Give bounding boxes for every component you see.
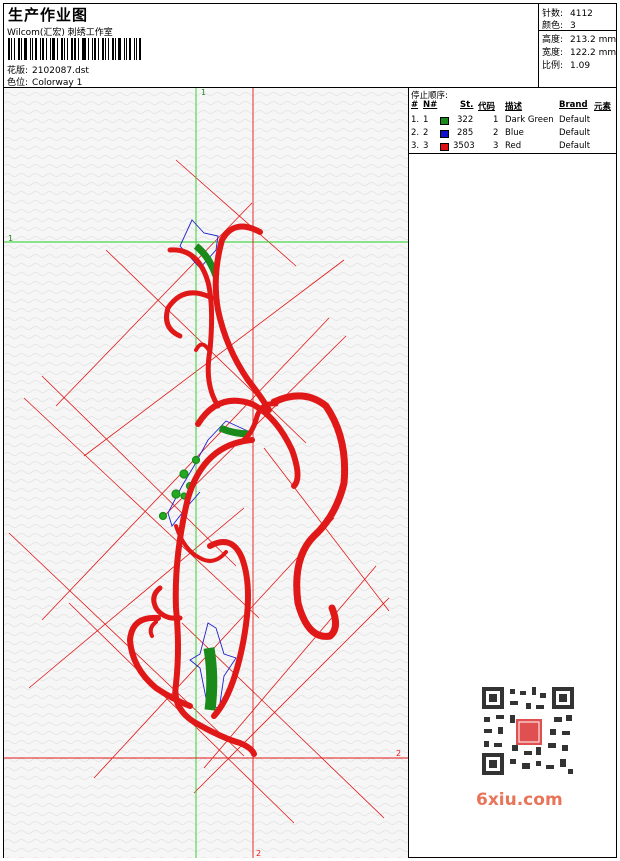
green-v-label: 1 (201, 88, 206, 97)
color-swatch-icon (440, 143, 449, 151)
watermark-text: 6xiu.com (476, 790, 563, 810)
page-title: 生产作业图 (8, 6, 89, 24)
fabric-background (4, 88, 408, 858)
col-needle: N# (423, 100, 438, 110)
colorway-line: 色位: Colorway 1 (7, 75, 82, 88)
color-swatch-icon (440, 130, 449, 138)
logo-badge-icon (516, 719, 542, 745)
sequence-header-row: # N# St. 代码 描述 Brand 元素 (409, 100, 616, 113)
embroidery-preview: 1 1 2 2 (4, 88, 408, 858)
software-subtitle: Wilcom(汇宏) 刺绣工作室 (7, 28, 113, 38)
sequence-row[interactable]: 3. 3 3503 3 Red Default (409, 141, 616, 154)
col-stitches: St. (460, 100, 474, 110)
col-code: 代码 (478, 102, 496, 112)
embroidery-canvas[interactable]: 1 1 2 2 (4, 88, 409, 858)
stat-scale: 比例: 1.09 (542, 61, 591, 71)
colorway-label: 色位: (7, 78, 29, 88)
col-num: # (411, 100, 419, 110)
col-brand: Brand (559, 100, 588, 110)
qr-code-icon (480, 685, 576, 777)
sequence-row[interactable]: 1. 1 322 1 Dark Green Default (409, 115, 616, 128)
design-stats: 针数: 4112 颜色: 3 高度: 213.2 mm 宽度: 122.2 mm 比例:… (539, 4, 616, 88)
red-v-label: 2 (256, 849, 261, 858)
red-h-label: 2 (396, 749, 401, 758)
stat-height: 高度: 213.2 mm (542, 35, 617, 45)
stop-sequence-panel: 停止顺序: # N# St. 代码 描述 Brand 元素 1. 1 322 1… (409, 88, 616, 154)
col-element: 元素 (594, 102, 612, 112)
green-h-label: 1 (8, 234, 13, 243)
stat-width: 宽度: 122.2 mm (542, 48, 617, 58)
col-description: 描述 (505, 102, 523, 112)
color-swatch-icon (440, 117, 449, 125)
header-info: 生产作业图 Wilcom(汇宏) 刺绣工作室 花版: 2102087.dst 色位… (4, 4, 539, 88)
barcode-icon (8, 38, 144, 60)
sequence-row[interactable]: 2. 2 285 2 Blue Default (409, 128, 616, 141)
colorway-value: Colorway 1 (32, 78, 83, 88)
